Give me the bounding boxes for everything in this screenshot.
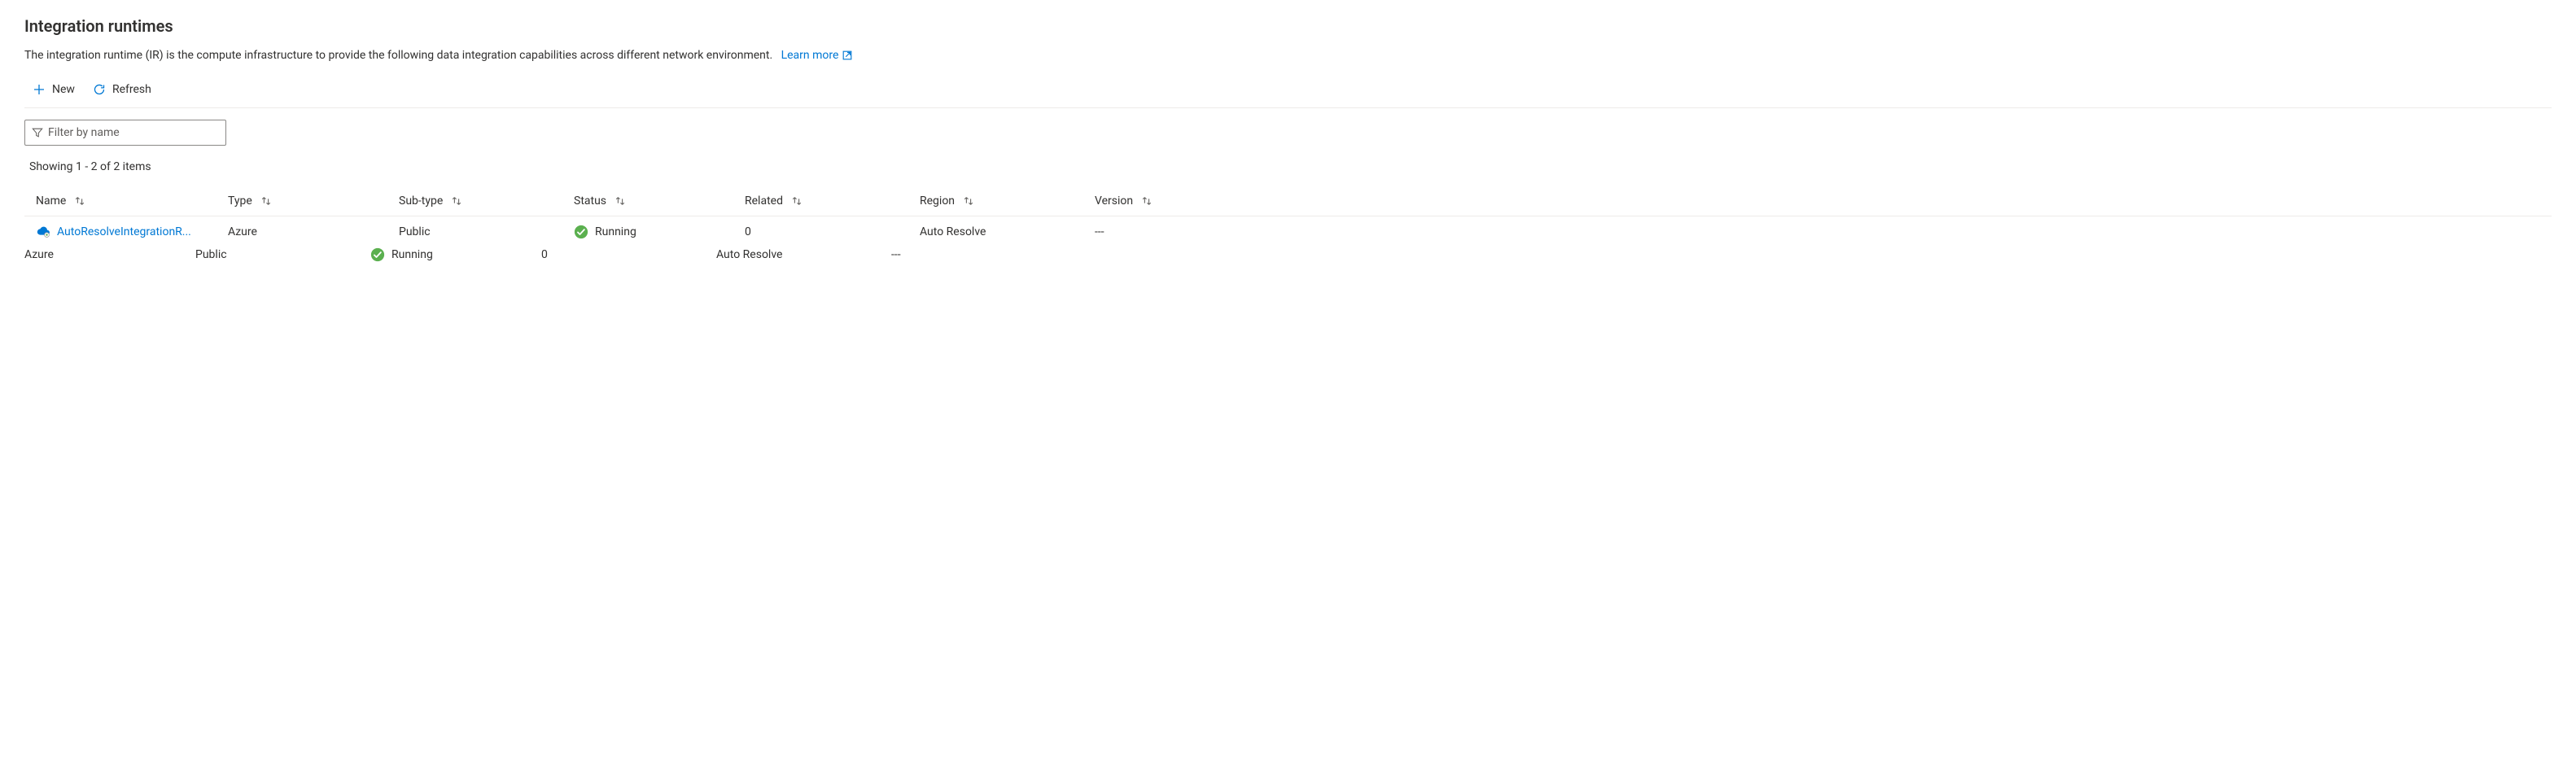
related-cell: 0 <box>541 248 716 261</box>
status-text: Running <box>391 248 433 261</box>
filter-input-container[interactable] <box>24 120 226 146</box>
runtimes-table: Name Type Sub-type Status Related Region… <box>24 186 2552 262</box>
column-header-type[interactable]: Type <box>228 194 399 208</box>
runtime-name-link[interactable]: AutoResolveIntegrationR... <box>57 225 191 238</box>
showing-count: Showing 1 - 2 of 2 items <box>24 160 2552 173</box>
column-header-region[interactable]: Region <box>920 194 1095 208</box>
sort-icon <box>1141 195 1152 207</box>
column-label: Type <box>228 194 252 208</box>
column-label: Version <box>1095 194 1133 208</box>
page-title: Integration runtimes <box>24 16 2552 36</box>
table-row: Azure Public Running 0 Auto Resolve --- <box>24 247 2552 262</box>
column-label: Status <box>574 194 606 208</box>
table-body: AutoResolveIntegrationR... Azure Public … <box>24 216 2552 262</box>
status-text: Running <box>595 225 636 238</box>
filter-input[interactable] <box>48 126 219 139</box>
type-cell: Azure <box>24 248 195 261</box>
column-header-related[interactable]: Related <box>745 194 920 208</box>
success-icon <box>370 247 385 262</box>
sort-icon <box>614 195 626 207</box>
name-cell: AutoResolveIntegrationR... <box>24 225 228 239</box>
new-button[interactable]: New <box>33 83 75 96</box>
learn-more-text: Learn more <box>781 49 839 62</box>
cloud-icon <box>36 225 50 239</box>
sort-icon <box>74 195 85 207</box>
filter-section <box>24 120 2552 146</box>
description-text: The integration runtime (IR) is the comp… <box>24 49 772 62</box>
version-cell: --- <box>1095 225 1217 238</box>
plus-icon <box>33 83 46 96</box>
column-label: Region <box>920 194 955 208</box>
column-header-status[interactable]: Status <box>574 194 745 208</box>
toolbar: New Refresh <box>24 76 2552 108</box>
column-label: Sub-type <box>399 194 443 208</box>
column-header-subtype[interactable]: Sub-type <box>399 194 574 208</box>
success-icon <box>574 225 588 239</box>
column-header-version[interactable]: Version <box>1095 194 1217 208</box>
external-link-icon <box>842 50 853 61</box>
new-button-label: New <box>52 83 75 96</box>
sort-icon <box>451 195 462 207</box>
column-header-name[interactable]: Name <box>24 194 228 208</box>
related-cell: 0 <box>745 225 920 238</box>
column-label: Name <box>36 194 66 208</box>
type-cell: Azure <box>228 225 399 238</box>
status-cell: Running <box>370 247 541 262</box>
sort-icon <box>260 195 272 207</box>
table-row: AutoResolveIntegrationR... Azure Public … <box>24 216 2552 247</box>
subtype-cell: Public <box>399 225 574 238</box>
refresh-button-label: Refresh <box>112 83 151 96</box>
column-label: Related <box>745 194 783 208</box>
filter-icon <box>32 127 43 138</box>
refresh-icon <box>93 83 106 96</box>
status-cell: Running <box>574 225 745 239</box>
refresh-button[interactable]: Refresh <box>93 83 151 96</box>
region-cell: Auto Resolve <box>716 248 891 261</box>
table-header: Name Type Sub-type Status Related Region… <box>24 186 2552 216</box>
region-cell: Auto Resolve <box>920 225 1095 238</box>
sort-icon <box>963 195 974 207</box>
subtype-cell: Public <box>195 248 370 261</box>
learn-more-link[interactable]: Learn more <box>781 49 854 62</box>
page-description: The integration runtime (IR) is the comp… <box>24 49 2552 62</box>
version-cell: --- <box>891 248 1013 261</box>
sort-icon <box>791 195 803 207</box>
